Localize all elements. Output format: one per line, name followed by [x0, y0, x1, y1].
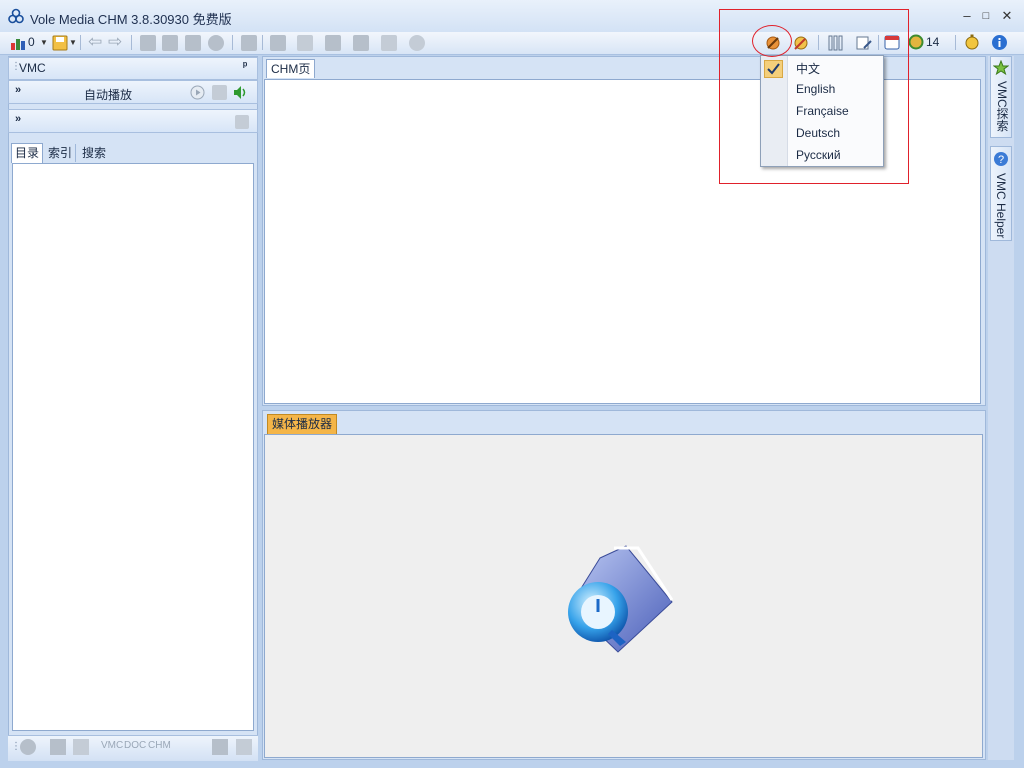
- statistics-icon[interactable]: [10, 35, 26, 51]
- globe-icon[interactable]: [20, 739, 36, 755]
- toolbox-header: [8, 109, 258, 133]
- chm-export-button[interactable]: CHM: [148, 740, 171, 751]
- play-icon[interactable]: [190, 85, 205, 100]
- list-icon[interactable]: [50, 739, 66, 755]
- document-icon[interactable]: [297, 35, 313, 51]
- counter-value: 0: [28, 35, 35, 49]
- tab-search[interactable]: 搜索: [79, 144, 109, 162]
- vmc-export-button[interactable]: VMC: [101, 740, 123, 751]
- toolbar-separator: [80, 35, 81, 50]
- toolbar-separator: [955, 35, 956, 50]
- star-folder-icon: [993, 60, 1009, 76]
- toolbar-separator: [232, 35, 233, 50]
- highlight-box: [719, 9, 909, 184]
- pin-icon[interactable]: ᵖ: [243, 60, 247, 72]
- archive-icon[interactable]: [353, 35, 369, 51]
- chevron-down-icon[interactable]: ▼: [69, 38, 77, 47]
- vmc-explore-tab[interactable]: VMC探索: [990, 56, 1012, 138]
- image-icon[interactable]: [325, 35, 341, 51]
- vmc-helper-label: VMC Helper: [994, 173, 1008, 239]
- app-logo-icon: [8, 8, 24, 24]
- maximize-button[interactable]: □: [977, 8, 995, 24]
- home-icon[interactable]: [140, 35, 156, 51]
- tab-chm-page[interactable]: CHM页: [266, 59, 316, 78]
- update-icon[interactable]: [908, 34, 924, 50]
- vmc-helper-tab[interactable]: ? VMC Helper: [990, 146, 1012, 241]
- info-icon[interactable]: [991, 34, 1008, 51]
- forward-arrow-icon[interactable]: ⇨: [108, 32, 122, 52]
- help-icon: ?: [994, 152, 1008, 166]
- doc-export-button[interactable]: DOC: [124, 740, 146, 751]
- film-icon[interactable]: [270, 35, 286, 51]
- tab-media-player[interactable]: 媒体播放器: [267, 414, 338, 434]
- svg-text:?: ?: [998, 154, 1004, 166]
- text-box-icon[interactable]: [381, 35, 397, 51]
- speaker-icon[interactable]: [233, 85, 249, 100]
- quicktime-logo-icon: [568, 545, 674, 653]
- minimize-button[interactable]: –: [958, 8, 976, 24]
- save-icon[interactable]: [52, 35, 68, 51]
- update-count: 14: [926, 35, 940, 49]
- calculator-icon[interactable]: [236, 739, 252, 755]
- back-arrow-icon[interactable]: ⇦: [88, 32, 102, 52]
- tab-index[interactable]: 索引: [45, 144, 77, 162]
- highlight-circle: [752, 25, 792, 57]
- toolbar-separator: [262, 35, 263, 50]
- stopwatch-icon[interactable]: [964, 34, 980, 50]
- tab-contents[interactable]: 目录: [12, 144, 42, 162]
- vmc-explore-label: VMC探索: [995, 81, 1009, 132]
- vmc-title: VMC: [19, 61, 46, 75]
- browser-icon[interactable]: [208, 35, 224, 51]
- playlist-icon[interactable]: [212, 85, 227, 100]
- window-title: Vole Media CHM 3.8.30930 免费版: [30, 12, 232, 27]
- sync-icon[interactable]: [162, 35, 178, 51]
- keyboard-icon[interactable]: [212, 739, 228, 755]
- collapse-chevron-icon[interactable]: »: [15, 84, 21, 96]
- abc-icon[interactable]: [73, 739, 89, 755]
- note-icon[interactable]: [235, 115, 249, 129]
- screen-icon[interactable]: [241, 35, 257, 51]
- toolbar-separator: [131, 35, 132, 50]
- toc-tree[interactable]: [12, 163, 254, 731]
- close-button[interactable]: ✕: [998, 8, 1016, 24]
- autoplay-label: 自动播放: [84, 88, 133, 102]
- print-icon[interactable]: [185, 35, 201, 51]
- collapse-chevron-icon[interactable]: »: [15, 113, 21, 125]
- ie-icon[interactable]: [409, 35, 425, 51]
- chevron-down-icon[interactable]: ▼: [40, 38, 48, 47]
